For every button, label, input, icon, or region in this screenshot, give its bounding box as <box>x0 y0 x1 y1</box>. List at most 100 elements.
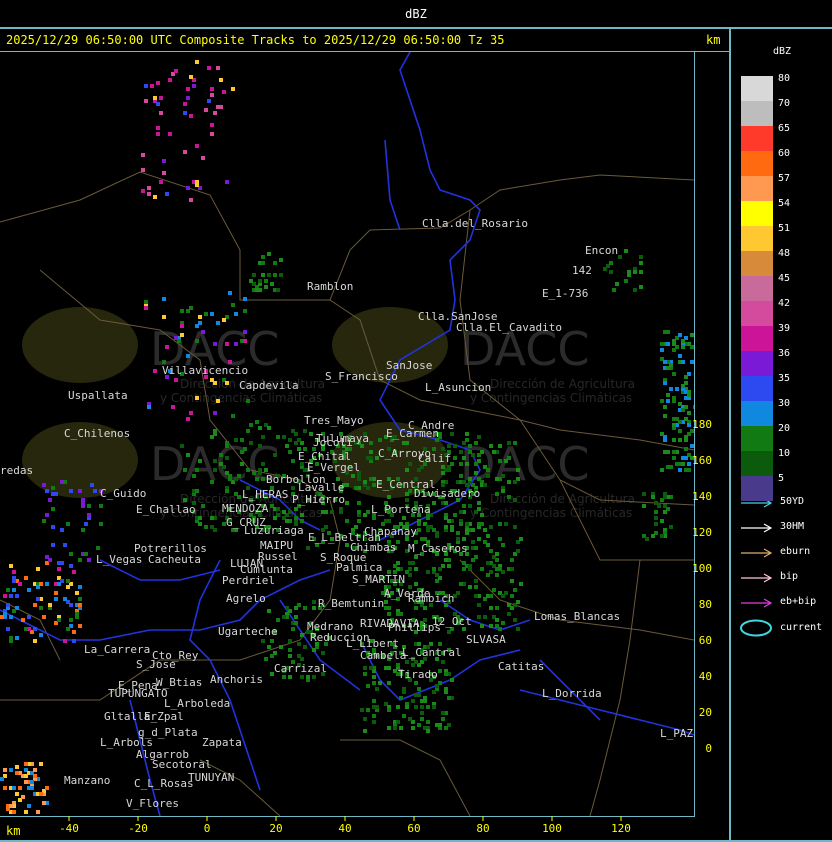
echo-cell <box>243 309 247 313</box>
echo-cell <box>501 594 505 598</box>
echo-cell <box>675 417 679 421</box>
echo-cell <box>276 507 280 511</box>
legend-swatch <box>741 276 773 301</box>
echo-cell <box>294 432 298 436</box>
echo-cell <box>186 186 190 190</box>
echo-cell <box>498 459 502 463</box>
echo-cell <box>198 516 202 520</box>
place-label: Calif <box>418 452 451 465</box>
echo-cell <box>408 717 412 721</box>
place-label: Secotoral <box>152 758 212 771</box>
echo-cell <box>477 507 481 511</box>
legend-level-label: 35 <box>778 373 791 384</box>
echo-cell <box>81 498 85 502</box>
echo-cell <box>42 801 46 805</box>
echo-cell <box>417 687 421 691</box>
echo-cell <box>441 465 445 469</box>
echo-cell <box>486 573 490 577</box>
echo-cell <box>369 450 373 454</box>
place-label: MENDOZA <box>222 502 269 515</box>
echo-cell <box>672 399 676 403</box>
radar-map[interactable]: DACCDirección de Agriculturay Contingenc… <box>0 0 832 842</box>
echo-cell <box>468 444 472 448</box>
echo-cell <box>468 585 472 589</box>
echo-cell <box>666 465 670 469</box>
echo-cell <box>609 270 613 274</box>
echo-cell <box>27 615 31 619</box>
place-label: C_L_Rosas <box>134 777 194 790</box>
echo-cell <box>660 519 664 523</box>
echo-cell <box>273 273 277 277</box>
legend-swatch <box>741 226 773 251</box>
echo-cell <box>489 594 493 598</box>
echo-cell <box>210 93 214 97</box>
echo-cell <box>678 438 682 442</box>
echo-cell <box>9 639 13 643</box>
echo-cell <box>246 399 250 403</box>
echo-cell <box>387 708 391 712</box>
echo-cell <box>642 504 646 508</box>
echo-cell <box>144 99 148 103</box>
echo-cell <box>474 441 478 445</box>
echo-cell <box>204 525 208 529</box>
place-label: L_PAZ <box>660 727 693 740</box>
echo-cell <box>414 567 418 571</box>
echo-cell <box>663 495 667 499</box>
echo-cell <box>75 591 79 595</box>
legend-swatch <box>741 401 773 426</box>
echo-cell <box>405 498 409 502</box>
echo-cell <box>180 324 184 328</box>
echo-cell <box>495 606 499 610</box>
echo-cell <box>501 621 505 625</box>
echo-cell <box>24 762 28 766</box>
echo-cell <box>663 405 667 409</box>
echo-cell <box>441 660 445 664</box>
echo-cell <box>66 585 70 589</box>
echo-cell <box>474 462 478 466</box>
echo-cell <box>633 288 637 292</box>
echo-cell <box>510 558 514 562</box>
echo-cell <box>12 810 16 814</box>
echo-cell <box>87 558 91 562</box>
echo-cell <box>219 462 223 466</box>
echo-cell <box>459 522 463 526</box>
echo-cell <box>624 279 628 283</box>
echo-cell <box>0 615 4 619</box>
map-canvas[interactable]: DACCDirección de Agriculturay Contingenc… <box>0 52 697 816</box>
place-label: R_Bemtunin <box>318 597 384 610</box>
echo-cell <box>489 525 493 529</box>
echo-cell <box>219 453 223 457</box>
echo-cell <box>195 468 199 472</box>
echo-cell <box>300 633 304 637</box>
echo-cell <box>300 519 304 523</box>
echo-cell <box>210 123 214 127</box>
echo-cell <box>210 516 214 520</box>
echo-cell <box>30 786 34 790</box>
echo-cell <box>678 468 682 472</box>
echo-cell <box>372 699 376 703</box>
echo-cell <box>438 723 442 727</box>
echo-cell <box>399 726 403 730</box>
place-label: Catitas <box>498 660 544 673</box>
dacc-logo-icon <box>22 307 138 383</box>
echo-cell <box>495 552 499 556</box>
echo-cell <box>426 525 430 529</box>
legend-level-label: 5 <box>778 473 785 484</box>
legend-swatch <box>741 201 773 226</box>
echo-cell <box>444 525 448 529</box>
echo-cell <box>162 315 166 319</box>
echo-cell <box>192 474 196 478</box>
echo-cell <box>6 588 10 592</box>
echo-cell <box>453 513 457 517</box>
echo-cell <box>159 96 163 100</box>
echo-cell <box>225 342 229 346</box>
echo-cell <box>273 516 277 520</box>
echo-cell <box>45 513 49 517</box>
echo-cell <box>435 573 439 577</box>
legend-swatch <box>741 326 773 351</box>
echo-cell <box>366 708 370 712</box>
echo-cell <box>471 558 475 562</box>
place-label: P_Hierro <box>292 493 345 506</box>
echo-cell <box>228 474 232 478</box>
echo-cell <box>300 513 304 517</box>
